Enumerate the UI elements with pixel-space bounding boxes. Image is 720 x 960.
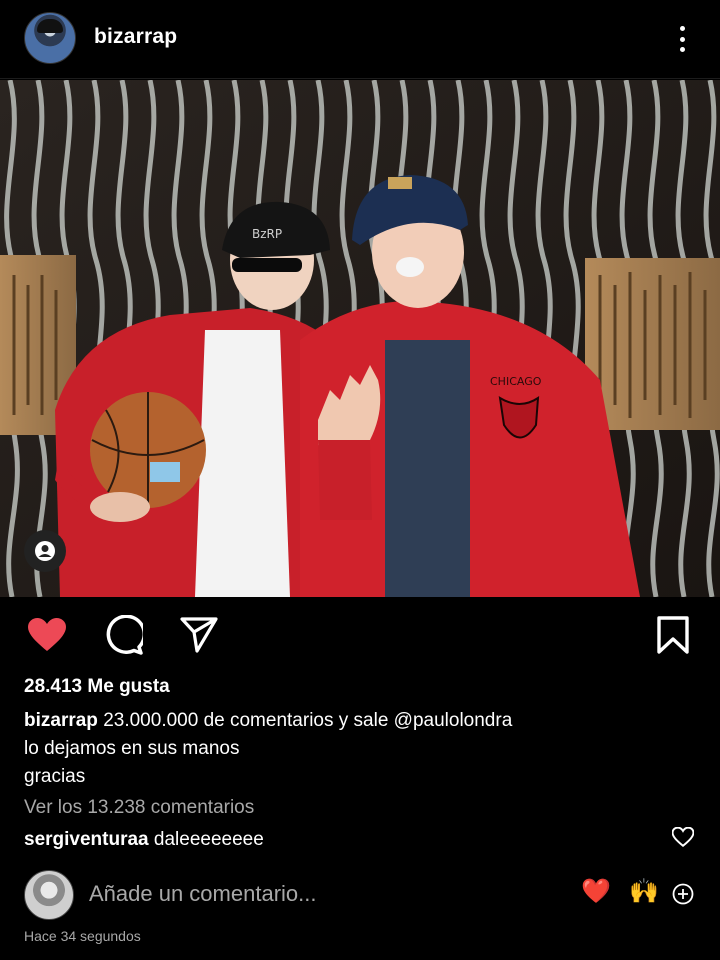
- more-options-icon[interactable]: [668, 23, 696, 55]
- comment-text: daleeeeeeee: [153, 829, 264, 850]
- caption-text-line3: gracias: [24, 766, 86, 787]
- post-header: bizarrap: [0, 0, 720, 79]
- quick-emoji-raised-hands[interactable]: 🙌: [629, 878, 659, 906]
- comment-bubble-icon[interactable]: [100, 612, 146, 658]
- post-image[interactable]: BzRP CHICAGO: [0, 80, 720, 597]
- caption-text-line1: 23.000.000 de comentarios y sale @paulol…: [103, 710, 513, 731]
- caption-text-line2: lo dejamos en sus manos: [24, 738, 240, 759]
- post-actions: [0, 612, 720, 662]
- post-timestamp: Hace 34 segundos: [24, 928, 141, 944]
- svg-text:CHICAGO: CHICAGO: [490, 375, 542, 388]
- post-username[interactable]: bizarrap: [94, 25, 177, 49]
- paper-plane-icon[interactable]: [176, 612, 222, 658]
- current-user-avatar: [24, 870, 74, 920]
- add-comment-input[interactable]: Añade un comentario...: [89, 881, 316, 907]
- comment-username[interactable]: sergiventuraa: [24, 829, 149, 850]
- view-all-comments-link[interactable]: Ver los 13.238 comentarios: [24, 797, 254, 819]
- user-tag-icon[interactable]: [24, 530, 66, 572]
- profile-avatar[interactable]: [24, 12, 76, 64]
- add-comment-row: Añade un comentario... ❤️ 🙌: [0, 866, 720, 922]
- caption-username[interactable]: bizarrap: [24, 710, 98, 731]
- svg-text:BzRP: BzRP: [252, 227, 282, 241]
- add-emoji-plus-icon[interactable]: [672, 883, 694, 910]
- quick-emoji-heart[interactable]: ❤️: [581, 878, 611, 906]
- bookmark-icon[interactable]: [652, 612, 694, 658]
- comment-like-icon[interactable]: [671, 826, 695, 852]
- likes-count[interactable]: 28.413 Me gusta: [24, 676, 170, 698]
- heart-filled-icon[interactable]: [24, 612, 70, 658]
- post-caption: bizarrap 23.000.000 de comentarios y sal…: [24, 707, 684, 791]
- top-comment: sergiventuraa daleeeeeeee: [24, 829, 264, 851]
